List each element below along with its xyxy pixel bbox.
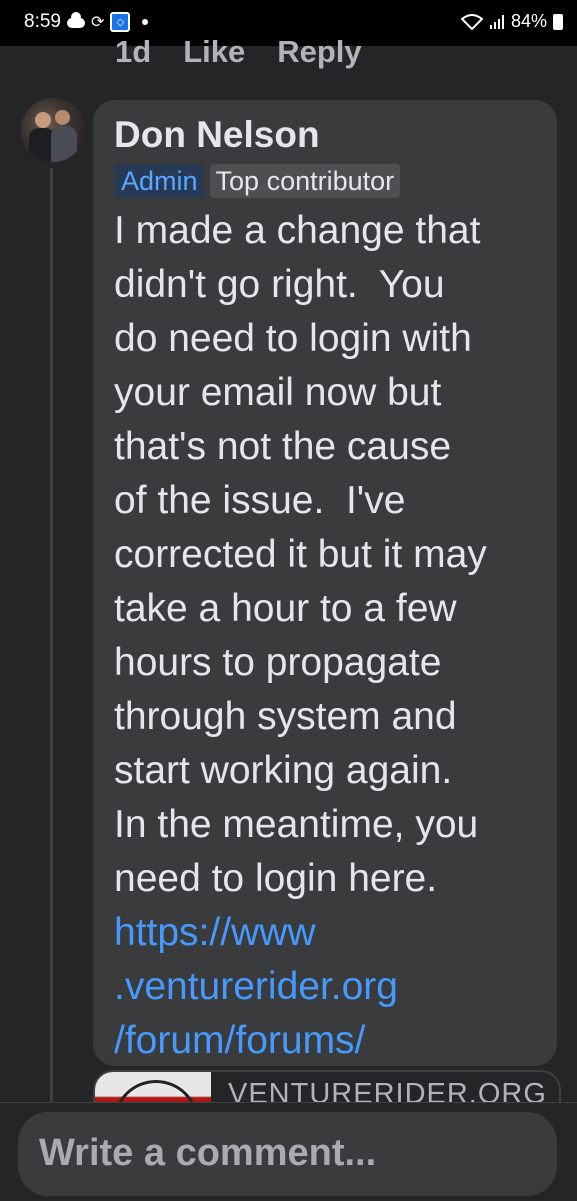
battery-percent: 84% [510, 11, 547, 31]
comment-line: didn't go right. You [114, 263, 445, 306]
app-icon: ◇ [110, 12, 131, 32]
previous-comment-actions: 1d Like Reply [115, 34, 362, 70]
comment-line: I made a change that [114, 209, 481, 252]
avatar-person-2 [51, 126, 77, 162]
status-time: 8:59 [24, 11, 61, 32]
cloud-icon [66, 12, 85, 28]
avatar-face-1 [35, 112, 51, 128]
comment-line: of the issue. I've [114, 479, 406, 522]
comment-text: I made a change that didn't go right. Yo… [114, 204, 554, 1068]
comment-bubble[interactable]: Don Nelson Admin Top contributor I made … [93, 100, 557, 1066]
signal-icon [489, 14, 504, 29]
author-badges: Admin Top contributor [115, 164, 401, 198]
comment-line: through system and [114, 695, 457, 738]
wifi-icon [460, 13, 483, 30]
avatar-face-2 [55, 110, 70, 125]
thread-line [50, 168, 53, 1108]
comment-input-placeholder: Write a comment... [39, 1132, 377, 1174]
comment-line: corrected it but it may [114, 533, 487, 576]
avatar[interactable] [21, 98, 85, 162]
comment-line: hours to propagate [114, 641, 442, 684]
reply-button[interactable]: Reply [277, 34, 361, 70]
comment-line: In the meantime, you [114, 803, 479, 846]
comment-line: take a hour to a few [114, 587, 457, 630]
comment-input[interactable]: Write a comment... [18, 1112, 557, 1196]
comment-author[interactable]: Don Nelson [114, 114, 320, 156]
comment-line: do need to login with [114, 317, 472, 360]
comment-link[interactable]: .venturerider.org [114, 960, 554, 1014]
status-left: 8:59 ⟳ ◇ [24, 11, 149, 33]
comment-line: your email now but [114, 371, 442, 414]
comment-time: 1d [115, 34, 152, 69]
comment-line: that's not the cause [114, 425, 452, 468]
status-right: 84% [460, 11, 563, 32]
like-button[interactable]: Like [183, 34, 245, 70]
top-contributor-badge: Top contributor [209, 164, 401, 198]
comment-link[interactable]: https://www [114, 906, 554, 960]
comment-link[interactable]: /forum/forums/ [114, 1014, 554, 1068]
comment-line: need to login here. [114, 857, 438, 900]
sync-icon: ⟳ [90, 14, 105, 31]
admin-badge: Admin [115, 164, 204, 198]
battery-icon [553, 13, 563, 30]
comment-line: start working again. [114, 749, 453, 792]
notification-dot-icon [142, 19, 149, 25]
